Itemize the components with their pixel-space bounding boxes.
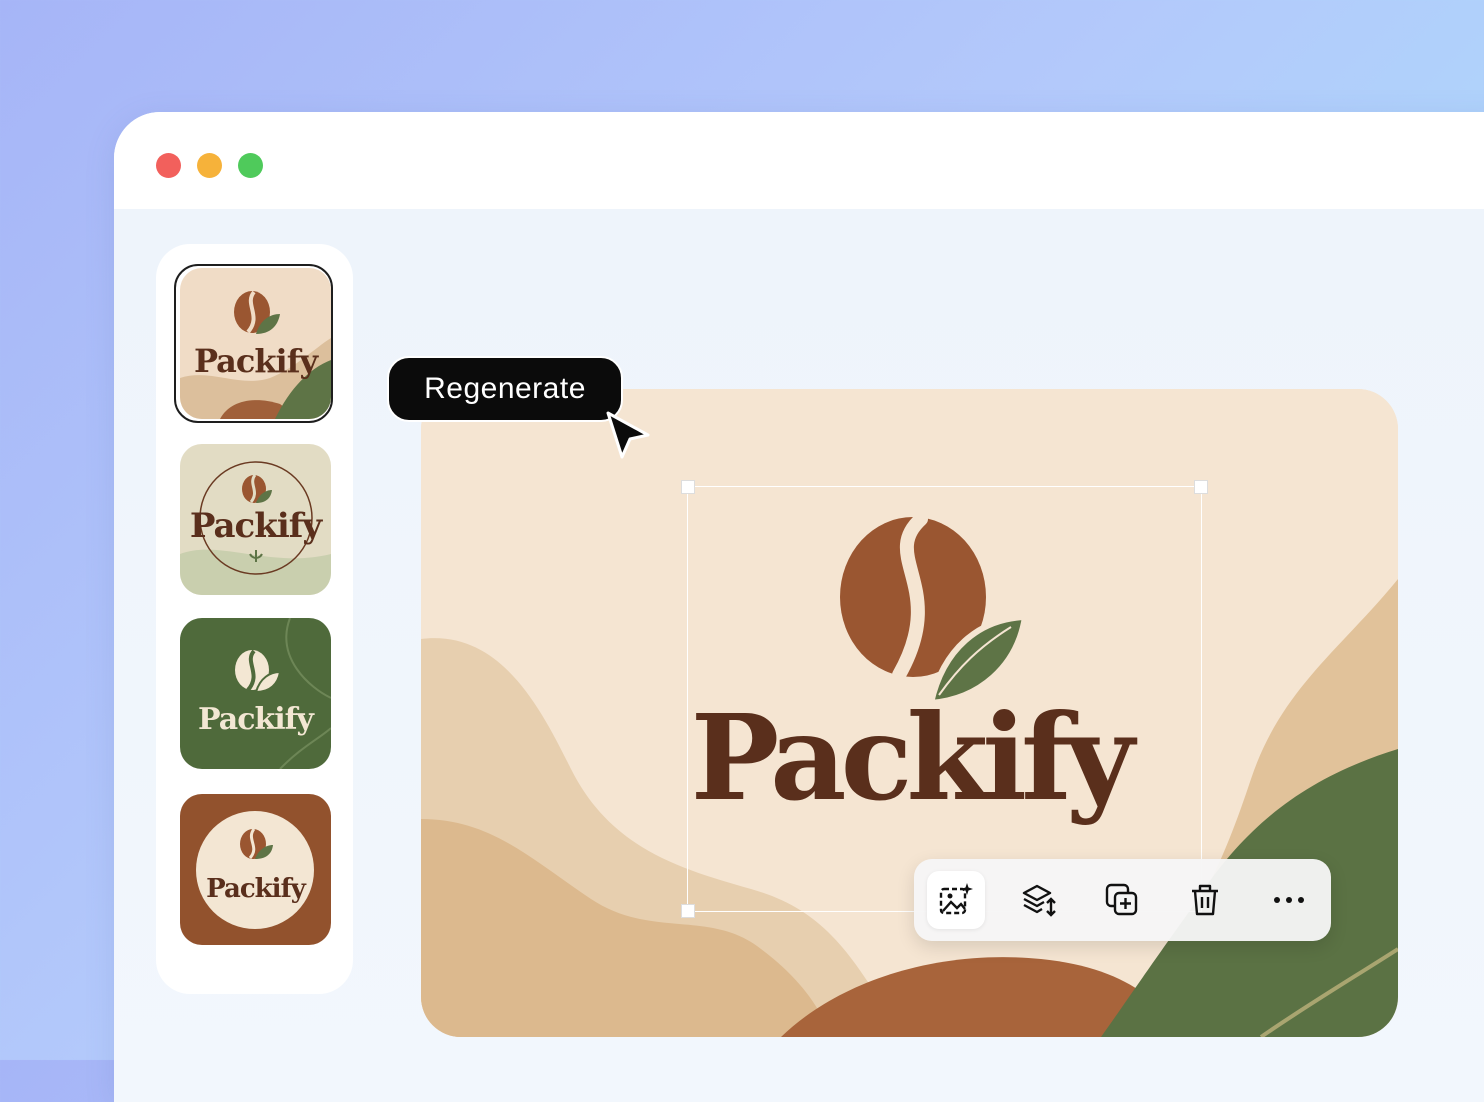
resize-handle-bottom-left[interactable] (681, 904, 695, 918)
regenerate-tooltip: Regenerate (387, 356, 623, 422)
variation-thumbnail-1[interactable]: Packify (180, 268, 331, 419)
selection-bounding-box[interactable] (681, 480, 1208, 918)
duplicate-button[interactable] (1093, 871, 1151, 929)
layers-icon (1022, 884, 1056, 917)
mouse-pointer-icon (606, 411, 650, 459)
variation-4-artwork (196, 811, 314, 929)
duplicate-icon (1105, 883, 1138, 916)
close-window-button[interactable] (156, 153, 181, 178)
variation-4-label: Packify (206, 874, 306, 904)
more-options-button[interactable] (1260, 871, 1318, 929)
variation-3-artwork (235, 618, 331, 769)
more-icon (1274, 897, 1304, 903)
variation-2-label: Packify (189, 506, 322, 546)
variation-thumbnail-2[interactable]: Packify (180, 444, 331, 595)
image-sparkle-icon (939, 883, 973, 915)
workspace: Packify Packify Packify Packify Packify … (114, 209, 1484, 1102)
app-window: Packify Packify Packify Packify Packify … (114, 112, 1484, 1102)
variation-1-label: Packify (193, 342, 318, 380)
variation-thumbnail-3[interactable]: Packify (180, 618, 331, 769)
variation-thumbnail-4[interactable]: Packify (180, 794, 331, 945)
trash-icon (1192, 884, 1218, 916)
delete-button[interactable] (1176, 871, 1234, 929)
title-bar (114, 112, 1484, 209)
layers-button[interactable] (1010, 871, 1068, 929)
variation-3-label: Packify (198, 702, 314, 737)
selection-toolbar (914, 859, 1331, 941)
resize-handle-top-right[interactable] (1194, 480, 1208, 494)
resize-handle-top-left[interactable] (681, 480, 695, 494)
variations-sidebar: Packify Packify Packify Packify (156, 244, 353, 994)
maximize-window-button[interactable] (238, 153, 263, 178)
minimize-window-button[interactable] (197, 153, 222, 178)
regenerate-image-button[interactable] (927, 871, 985, 929)
